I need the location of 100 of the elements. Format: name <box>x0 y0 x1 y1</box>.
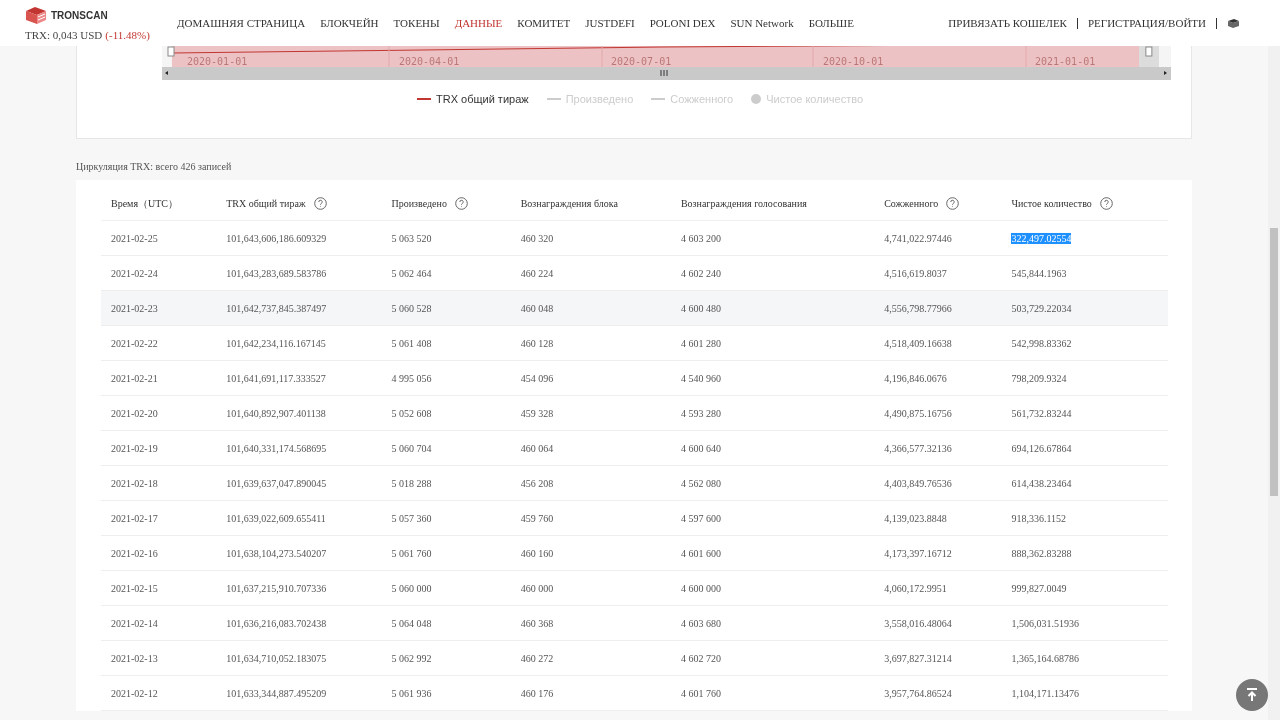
table-cell: 4 600 480 <box>680 302 721 314</box>
table-cell: 2021-02-12 <box>111 687 158 699</box>
back-to-top-button[interactable] <box>1236 679 1268 711</box>
table-cell: 460 048 <box>520 302 554 314</box>
column-header: Чистое количество <box>1011 198 1092 209</box>
table-cell: 5 052 608 <box>391 407 432 419</box>
table-cell: 2021-02-17 <box>111 512 158 524</box>
table-cell: 5 060 528 <box>391 302 432 314</box>
table-cell: 5 062 464 <box>391 267 432 279</box>
table-cell: 503,729.22034 <box>1011 302 1072 314</box>
table-cell: 5 061 936 <box>391 687 432 699</box>
table-cell: 101,638,104,273.540207 <box>226 547 327 559</box>
help-icon[interactable] <box>946 197 960 210</box>
column-header: Вознаграждения голосования <box>680 198 807 209</box>
table-cell: 5 060 704 <box>391 442 432 454</box>
table-cell: 4,173,397.16712 <box>884 547 952 559</box>
slider-date-label: 2020-04-01 <box>399 56 460 67</box>
table-cell: 460 224 <box>520 267 554 279</box>
table-cell: 1,104,171.13476 <box>1011 687 1079 699</box>
help-icon[interactable] <box>454 197 468 210</box>
nav-item[interactable]: БЛОКЧЕЙН <box>320 17 379 29</box>
table-cell: 101,643,606,186.609329 <box>226 232 327 244</box>
table-cell: 460 368 <box>520 617 554 629</box>
price-text: TRX: 0,043 USD <box>25 29 103 41</box>
nav-item[interactable]: ТОКЕНЫ <box>393 17 440 29</box>
grip-icon[interactable] <box>660 69 668 77</box>
nav-item[interactable]: БОЛЬШЕ <box>808 17 854 29</box>
table-cell: 4,490,875.16756 <box>884 407 952 419</box>
table-cell: 454 096 <box>520 372 554 384</box>
table-cell: 4 601 600 <box>680 547 721 559</box>
table-cell: 4 602 240 <box>680 267 721 279</box>
table-cell: 460 320 <box>520 232 554 244</box>
nav-item[interactable]: SUN Network <box>730 17 794 29</box>
nav-item[interactable]: ДОМАШНЯЯ СТРАНИЦА <box>177 17 306 29</box>
table-cell: 999,827.0049 <box>1011 582 1067 594</box>
table-cell: 101,640,892,907.401138 <box>226 407 326 419</box>
table-cell: 542,998.83362 <box>1011 337 1072 349</box>
scrollbar-thumb[interactable] <box>1270 228 1278 496</box>
slider-handle[interactable] <box>167 46 175 57</box>
table-cell: 2021-02-23 <box>111 302 158 314</box>
help-icon[interactable] <box>313 197 327 210</box>
header-link[interactable]: РЕГИСТРАЦИЯ/ВОЙТИ <box>1087 17 1206 29</box>
table-cell: 4,516,619.8037 <box>884 267 947 279</box>
logo-icon[interactable] <box>25 6 47 24</box>
table-cell: 545,844.1963 <box>1011 267 1067 279</box>
table-cell: 460 128 <box>520 337 554 349</box>
header-link[interactable]: ПРИВЯЗАТЬ КОШЕЛЕК <box>948 17 1067 29</box>
table-cell: 460 272 <box>520 652 554 664</box>
table-cell: 4 603 680 <box>680 617 721 629</box>
scroll-right-icon[interactable] <box>1164 71 1167 75</box>
column-header: Время（UTC） <box>111 196 179 211</box>
table-cell: 3,558,016.48064 <box>884 617 952 629</box>
nav-item[interactable]: КОМИТЕТ <box>517 17 571 29</box>
nav-item[interactable]: JUSTDEFI <box>585 17 635 29</box>
table-cell: 5 060 000 <box>391 582 432 594</box>
table-cell: 460 000 <box>520 582 554 594</box>
table-cell: 101,643,283,689.583786 <box>226 267 327 279</box>
column-header: Произведено <box>391 198 447 209</box>
nav-item[interactable]: POLONI DEX <box>649 17 716 29</box>
table-cell: 460 176 <box>520 687 554 699</box>
table-cell: 4,403,849.76536 <box>884 477 952 489</box>
table-cell: 5 061 408 <box>391 337 432 349</box>
table-cell: 5 061 760 <box>391 547 432 559</box>
table-cell: 101,642,737,845.387497 <box>226 302 327 314</box>
table-cell: 5 062 992 <box>391 652 432 664</box>
table-cell: 5 064 048 <box>391 617 432 629</box>
table-cell: 2021-02-13 <box>111 652 158 664</box>
table-cell: 888,362.83288 <box>1011 547 1072 559</box>
table-cell: 1,506,031.51936 <box>1011 617 1079 629</box>
table-cell: 5 057 360 <box>391 512 432 524</box>
table-cell: 5 063 520 <box>391 232 432 244</box>
table-cell: 460 160 <box>520 547 554 559</box>
table-cell: 4,139,023.8848 <box>884 512 947 524</box>
column-header: Вознаграждения блока <box>520 198 618 209</box>
table-cell: 4 603 200 <box>680 232 721 244</box>
records-caption: Циркуляция TRX: всего 426 записей <box>76 160 233 174</box>
table-cell: 3,957,764.86524 <box>884 687 952 699</box>
table-cell: 4,196,846.0676 <box>884 372 947 384</box>
table-cell: 4 540 960 <box>680 372 721 384</box>
table-cell: 2021-02-24 <box>111 267 158 279</box>
brand-name[interactable]: TRONSCAN <box>51 9 108 21</box>
language-icon[interactable] <box>1227 17 1240 29</box>
slider-handle[interactable] <box>1145 46 1153 57</box>
table-cell: 614,438.23464 <box>1011 477 1072 489</box>
table-cell: 460 064 <box>520 442 554 454</box>
table-cell: 798,209.9324 <box>1011 372 1067 384</box>
table-cell: 101,641,691,117.333527 <box>226 372 326 384</box>
table-cell: 4 562 080 <box>680 477 721 489</box>
legend-item[interactable]: TRX общий тираж <box>436 93 529 105</box>
nav-item[interactable]: ДАННЫЕ <box>454 17 503 29</box>
table-cell: 2021-02-16 <box>111 547 158 559</box>
table-cell: 4 995 056 <box>391 372 432 384</box>
table-cell: 918,336.1152 <box>1011 512 1067 524</box>
scroll-left-icon[interactable] <box>165 71 168 75</box>
table-cell: 4 593 280 <box>680 407 721 419</box>
table-cell: 4 601 280 <box>680 337 721 349</box>
table-cell: 2021-02-20 <box>111 407 158 419</box>
help-icon[interactable] <box>1099 197 1113 210</box>
slider-date-label: 2021-01-01 <box>1035 56 1096 67</box>
table-cell: 4,366,577.32136 <box>884 442 952 454</box>
